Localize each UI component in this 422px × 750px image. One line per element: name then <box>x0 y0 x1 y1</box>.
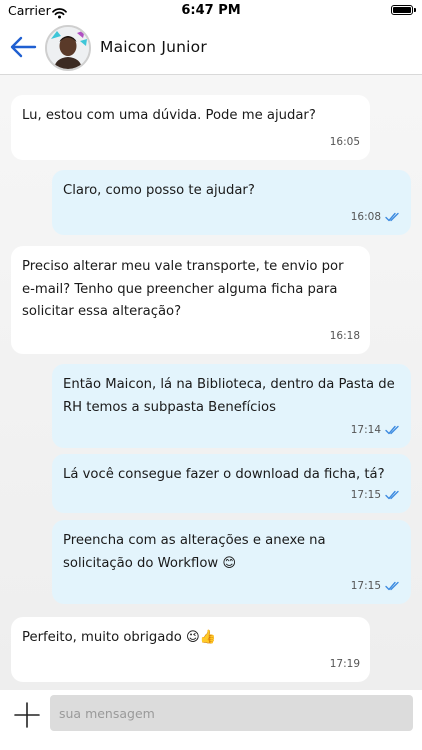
double-check-icon <box>385 212 399 221</box>
attach-button[interactable] <box>14 702 40 728</box>
battery-icon <box>391 5 416 15</box>
message-time: 17:15 <box>350 488 381 501</box>
message-text: Preciso alterar meu vale transporte, te … <box>22 259 344 319</box>
message-text: Lu, estou com uma dúvida. Pode me ajudar… <box>22 108 316 123</box>
message-meta: 16:05 <box>330 131 360 154</box>
message-bubble-outgoing[interactable]: Preencha com as alterações e anexe na so… <box>52 520 411 604</box>
message-meta: 17:19 <box>330 653 360 676</box>
message-time: 17:14 <box>350 423 381 436</box>
message-time: 16:08 <box>350 210 381 223</box>
message-time: 16:05 <box>329 135 360 148</box>
double-check-icon <box>385 425 399 434</box>
message-list[interactable]: Lu, estou com uma dúvida. Pode me ajudar… <box>0 75 422 690</box>
message-meta: 16:08 <box>351 206 401 229</box>
plus-icon <box>14 702 40 728</box>
message-text: Lá você consegue fazer o download da fic… <box>63 467 385 482</box>
message-bubble-incoming[interactable]: Lu, estou com uma dúvida. Pode me ajudar… <box>11 95 370 160</box>
clock: 6:47 PM <box>181 3 241 18</box>
double-check-icon <box>385 581 399 590</box>
message-bubble-incoming[interactable]: Preciso alterar meu vale transporte, te … <box>11 246 370 354</box>
status-bar: Carrier 6:47 PM <box>0 0 422 22</box>
message-bubble-outgoing[interactable]: Claro, como posso te ajudar? 16:08 <box>52 170 411 235</box>
message-bubble-outgoing[interactable]: Então Maicon, lá na Biblioteca, dentro d… <box>52 364 411 448</box>
message-input[interactable] <box>50 695 413 731</box>
message-time: 16:18 <box>329 329 360 342</box>
message-text: Perfeito, muito obrigado 😉👍 <box>22 630 217 645</box>
message-bubble-incoming[interactable]: Perfeito, muito obrigado 😉👍 17:19 <box>11 617 370 682</box>
message-text: Então Maicon, lá na Biblioteca, dentro d… <box>63 377 395 415</box>
avatar[interactable] <box>45 25 91 71</box>
double-check-icon <box>385 490 399 499</box>
message-text: Claro, como posso te ajudar? <box>63 183 255 198</box>
message-bubble-outgoing[interactable]: Lá você consegue fazer o download da fic… <box>52 454 411 513</box>
message-meta: 17:15 <box>351 575 401 598</box>
chat-header: Maicon Junior <box>0 22 422 75</box>
message-meta: 16:18 <box>330 325 360 348</box>
message-time: 17:19 <box>329 657 360 670</box>
message-time: 17:15 <box>350 579 381 592</box>
message-meta: 17:15 <box>351 484 401 507</box>
message-text: Preencha com as alterações e anexe na so… <box>63 533 326 571</box>
arrow-left-icon <box>10 36 37 58</box>
message-meta: 17:14 <box>351 419 401 442</box>
back-button[interactable] <box>8 34 38 60</box>
message-composer <box>0 690 422 750</box>
contact-name[interactable]: Maicon Junior <box>100 38 207 56</box>
